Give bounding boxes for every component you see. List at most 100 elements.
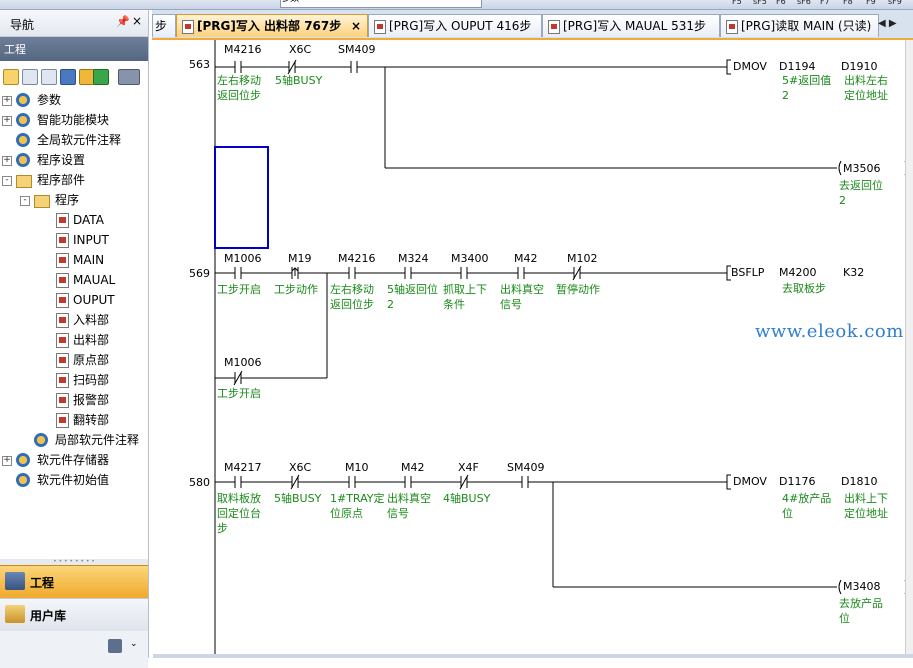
tree-item[interactable]: - 程序 [0, 190, 148, 210]
contact-device[interactable]: X6C [289, 44, 311, 56]
tree-item[interactable]: + 程序设置 [0, 150, 148, 170]
expand-icon[interactable]: + [2, 96, 12, 106]
contact-device[interactable]: M19 [288, 253, 312, 265]
fkey-f7[interactable]: F7 [820, 0, 830, 6]
tree-item[interactable]: 报警部 [0, 390, 148, 410]
instruction-name[interactable]: DMOV [733, 476, 767, 488]
program-file-icon [56, 413, 69, 428]
tree-item[interactable]: - 程序部件 [0, 170, 148, 190]
contact-device[interactable]: M4216 [338, 253, 376, 265]
search-input[interactable]: 参数 [280, 0, 482, 8]
ladder-editor[interactable]: 563 569 580 M4216 左右移动 返回位步 X6C 5轴BUSY S… [153, 40, 913, 658]
contact-device[interactable]: M42 [514, 253, 538, 265]
expand-icon[interactable]: + [2, 456, 12, 466]
contact-device[interactable]: SM409 [507, 462, 544, 474]
horizontal-scrollbar[interactable] [153, 654, 913, 658]
instruction-operand[interactable]: D1194 [779, 61, 815, 73]
fkey-f6[interactable]: F6 [776, 0, 786, 6]
contact-device[interactable]: M4216 [224, 44, 262, 56]
tree-item[interactable]: 入料部 [0, 310, 148, 330]
instruction-operand[interactable]: D1176 [779, 476, 815, 488]
pin-icon[interactable]: 📌 [116, 15, 130, 28]
save-layout-icon[interactable] [108, 639, 122, 653]
operand-comment: 5#返回值 [782, 74, 832, 87]
contact-device[interactable]: SM409 [338, 44, 375, 56]
refresh-icon[interactable] [93, 69, 109, 85]
expand-icon[interactable]: + [2, 116, 12, 126]
chevron-down-icon[interactable]: ⌄ [130, 639, 138, 649]
tree-item[interactable]: MAUAL [0, 270, 148, 290]
fkey-sf6[interactable]: sF6 [797, 0, 811, 6]
tree-item[interactable]: + 智能功能模块 [0, 110, 148, 130]
contact-device[interactable]: X4F [458, 462, 479, 474]
contact-device[interactable]: M102 [567, 253, 598, 265]
fkey-sf9[interactable]: sF9 [888, 0, 902, 6]
instruction-operand[interactable]: D1810 [841, 476, 877, 488]
tree-item[interactable]: 扫码部 [0, 370, 148, 390]
fkey-sf5[interactable]: sF5 [753, 0, 767, 6]
tab-maual[interactable]: [PRG]写入 MAUAL 531步 [542, 14, 720, 37]
tab-main[interactable]: [PRG]读取 MAIN (只读) [720, 14, 879, 37]
close-icon[interactable]: × [132, 14, 142, 28]
instruction-name[interactable]: BSFLP [731, 267, 764, 279]
tree-item-label: OUPUT [73, 293, 115, 307]
instruction-operand[interactable]: D1910 [841, 61, 877, 73]
coil-comment: 去放产品 [839, 597, 883, 610]
contact-device[interactable]: X6C [289, 462, 311, 474]
properties-icon[interactable] [60, 69, 76, 85]
project-section-label: 工程 [4, 43, 26, 56]
dropdown-tools-icon[interactable] [118, 69, 140, 85]
tab-previous[interactable]: 步 [152, 14, 176, 37]
tree-item[interactable]: 原点部 [0, 350, 148, 370]
step-number: 580 [189, 476, 210, 489]
contact-device[interactable]: M4217 [224, 462, 262, 474]
project-panel-button[interactable]: 工程 [0, 565, 148, 598]
contact-device[interactable]: M42 [401, 462, 425, 474]
collapse-icon[interactable]: - [20, 196, 30, 206]
tab-scroll-arrows[interactable]: ◀ ▶ [878, 10, 897, 38]
tab-ouput[interactable]: [PRG]写入 OUPUT 416步 [368, 14, 542, 37]
paste-icon[interactable] [41, 69, 57, 85]
navigation-title: 导航 [10, 18, 35, 32]
program-file-icon [56, 233, 69, 248]
contact-device[interactable]: M3400 [451, 253, 489, 265]
contact-device[interactable]: M10 [345, 462, 369, 474]
fkey-f9[interactable]: F9 [866, 0, 876, 6]
tree-item-label: 出料部 [73, 333, 110, 347]
program-file-icon [56, 353, 69, 368]
tree-item[interactable]: + 软元件存储器 [0, 450, 148, 470]
tree-item[interactable]: 局部软元件注释 [0, 430, 148, 450]
tab-output-section[interactable]: [PRG]写入 出料部 767步 × [176, 14, 368, 37]
user-library-button[interactable]: 用户库 [0, 598, 148, 631]
expand-icon[interactable]: + [2, 156, 12, 166]
contact-device[interactable]: M1006 [224, 357, 262, 369]
instruction-operand[interactable]: M4200 [779, 267, 817, 279]
tree-item[interactable]: INPUT [0, 230, 148, 250]
copy-icon[interactable] [22, 69, 38, 85]
vertical-scrollbar[interactable] [905, 40, 913, 658]
instruction-name[interactable]: DMOV [733, 61, 767, 73]
program-file-icon [56, 253, 69, 268]
tree-item[interactable]: MAIN [0, 250, 148, 270]
instruction-operand[interactable]: K32 [843, 267, 864, 279]
device-comment: 5轴BUSY [275, 74, 323, 87]
tree-item[interactable]: 软元件初始值 [0, 470, 148, 490]
contact-device[interactable]: M324 [398, 253, 429, 265]
tree-item[interactable]: DATA [0, 210, 148, 230]
fkey-f5[interactable]: F5 [732, 0, 742, 6]
device-comment: 5轴返回位 [387, 283, 438, 296]
close-icon[interactable]: × [351, 15, 361, 37]
coil-device[interactable]: M3408 [843, 581, 881, 593]
collapse-icon[interactable]: - [2, 176, 12, 186]
fkey-f8[interactable]: F8 [843, 0, 853, 6]
tree-item-label: DATA [73, 213, 104, 227]
tree-item[interactable]: 翻转部 [0, 410, 148, 430]
new-item-icon[interactable] [3, 69, 19, 85]
contact-device[interactable]: M1006 [224, 253, 262, 265]
tree-item[interactable]: OUPUT [0, 290, 148, 310]
tree-item-label: 翻转部 [73, 413, 110, 427]
tree-item[interactable]: 出料部 [0, 330, 148, 350]
coil-device[interactable]: M3506 [843, 163, 881, 175]
tree-item[interactable]: + 参数 [0, 90, 148, 110]
tree-item[interactable]: 全局软元件注释 [0, 130, 148, 150]
